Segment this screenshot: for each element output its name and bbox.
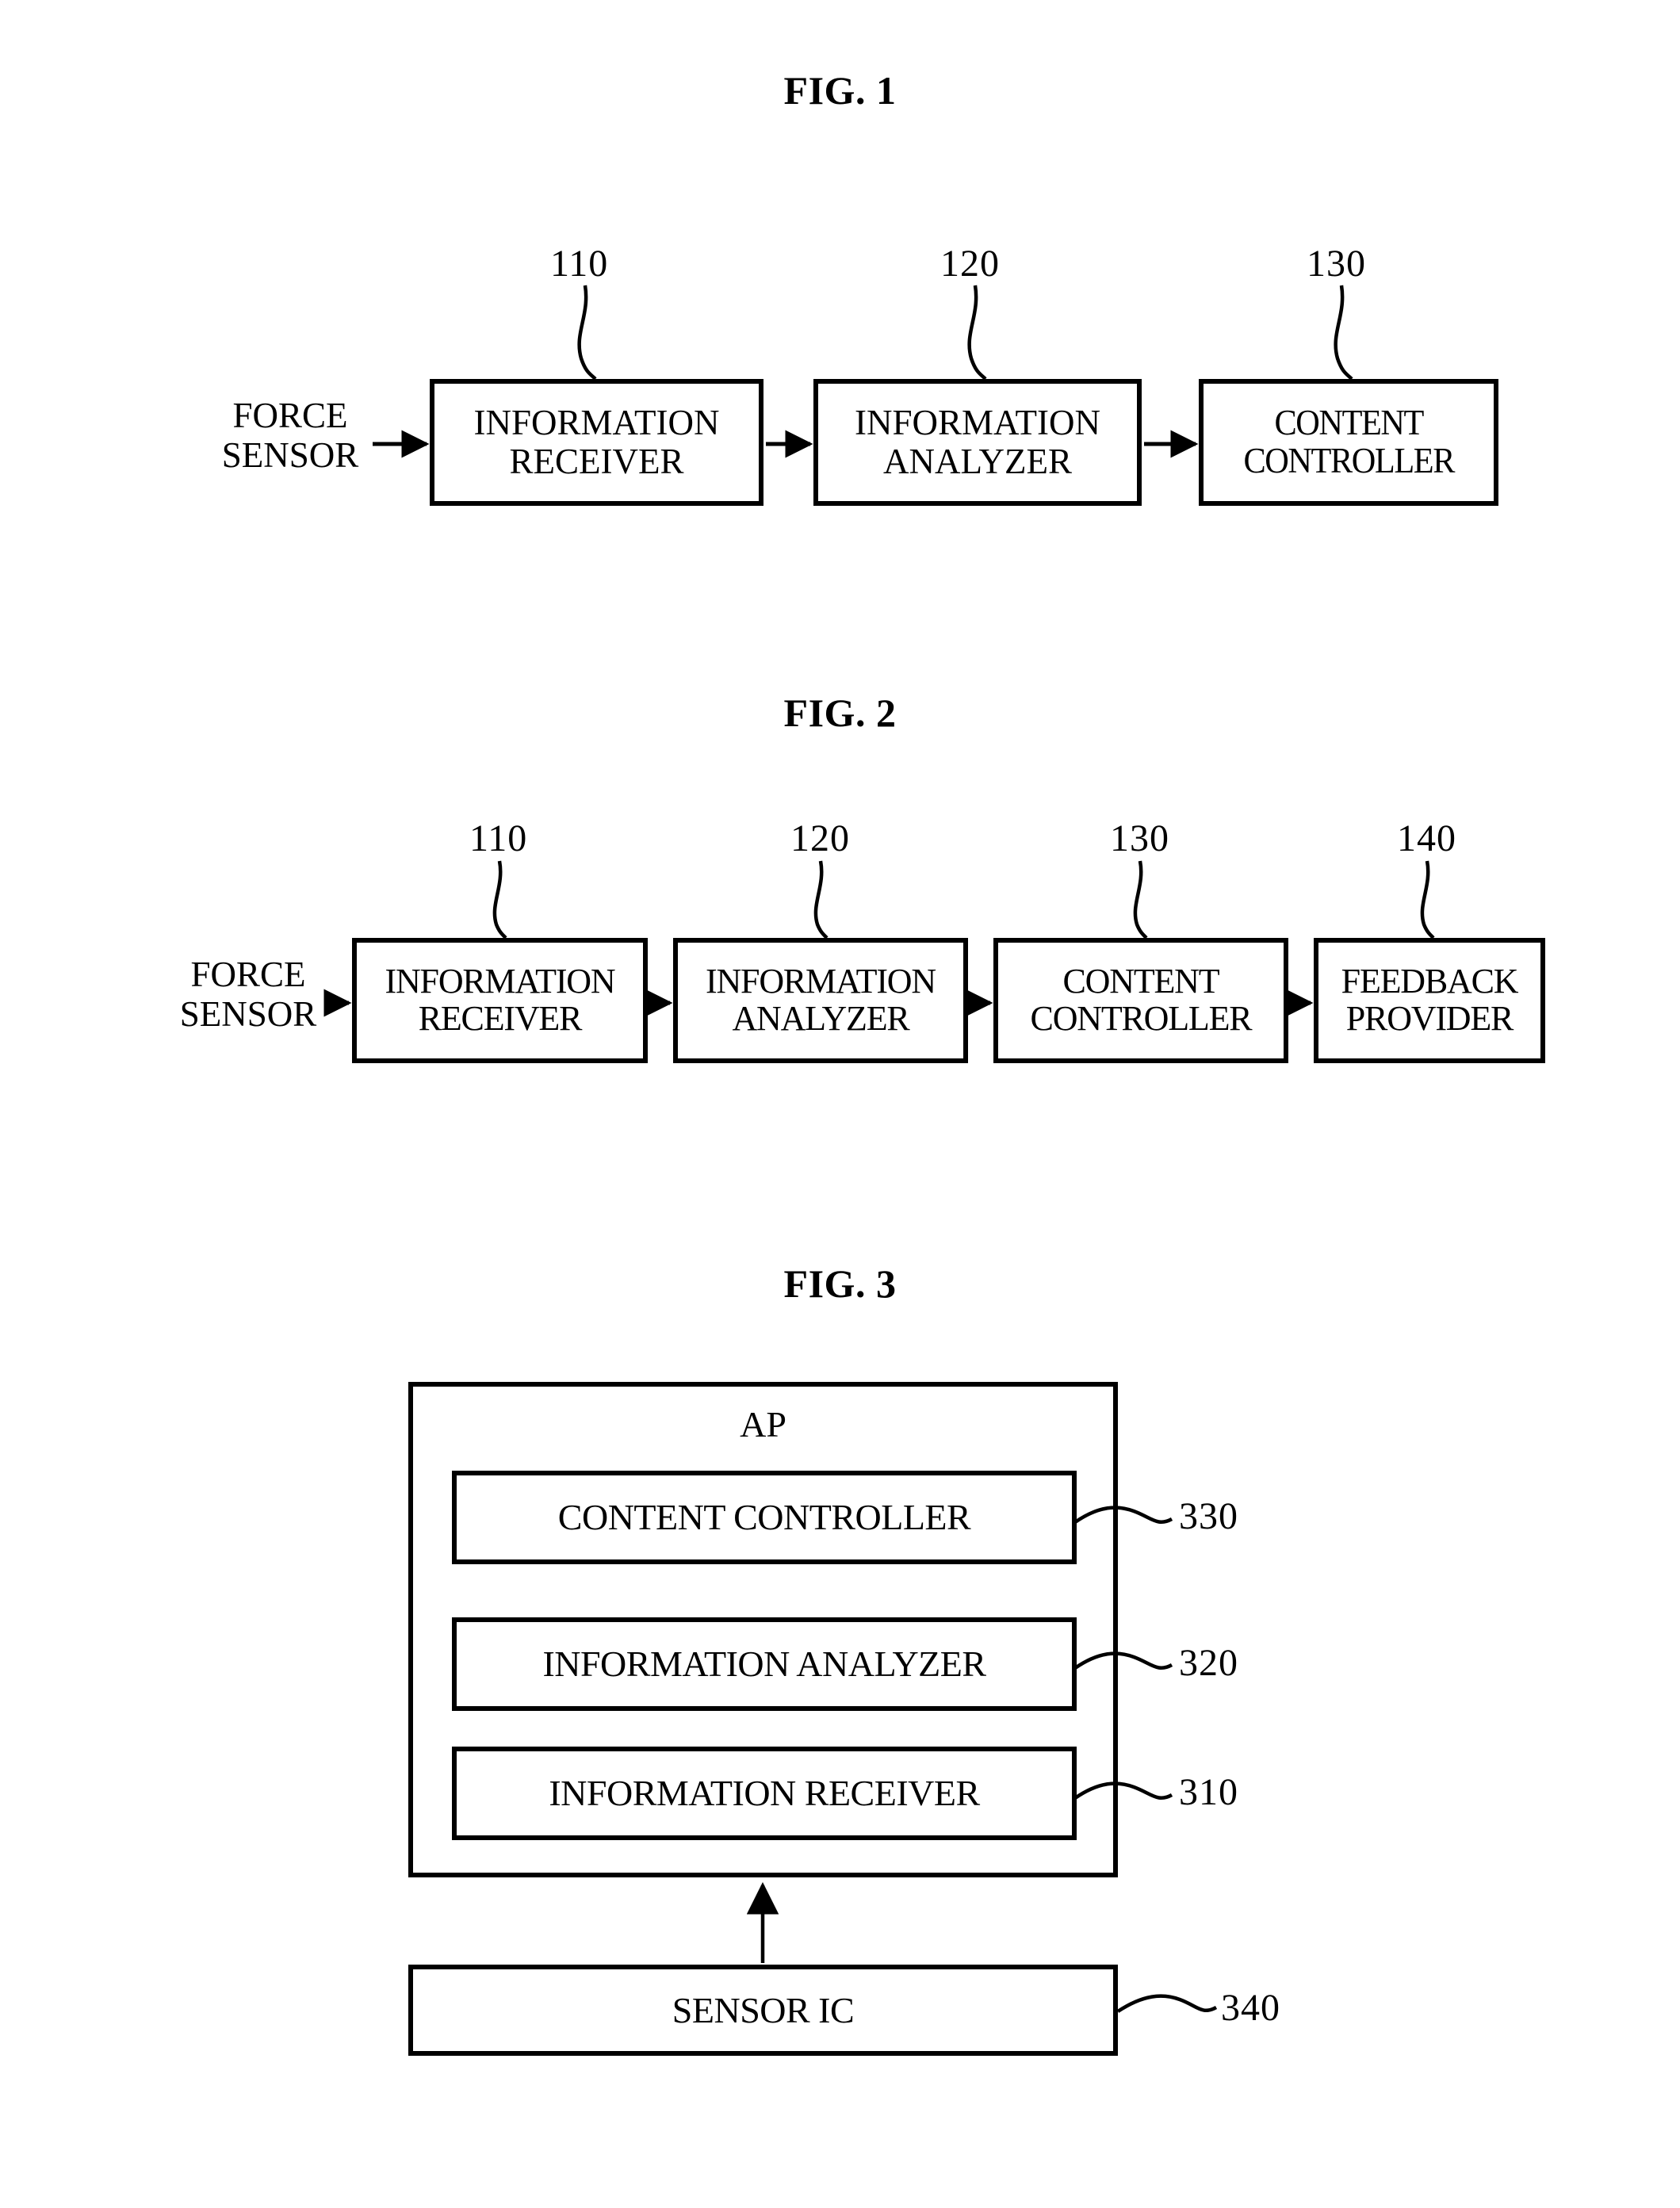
box-label: SENSOR IC <box>672 1989 855 2030</box>
figure-3-leader-340 <box>1116 1994 1218 2013</box>
figure-2-ref-120: 120 <box>790 817 850 859</box>
figure-2-ref-110: 110 <box>469 817 528 859</box>
figure-1-box-information-analyzer: INFORMATION ANALYZER <box>813 379 1142 506</box>
figure-3-ap-label: AP <box>740 1404 786 1445</box>
figure-1-ref-120: 120 <box>940 243 1000 285</box>
figure-1-box-content-controller: CONTENT CONTROLLER <box>1199 379 1498 506</box>
figure-2-leader-140 <box>1420 860 1435 939</box>
figure-2-box-information-receiver: INFORMATION RECEIVER <box>352 938 648 1063</box>
box-label: INFORMATION RECEIVER <box>385 962 616 1038</box>
figure-2-box-feedback-provider: FEEDBACK PROVIDER <box>1314 938 1545 1063</box>
box-label: INFORMATION ANALYZER <box>542 1644 986 1685</box>
figure-2-leader-130 <box>1133 860 1148 939</box>
figure-3-box-information-receiver: INFORMATION RECEIVER <box>452 1747 1077 1840</box>
figure-2-box-content-controller: CONTENT CONTROLLER <box>993 938 1288 1063</box>
figure-2-force-sensor-label: FORCE SENSOR <box>179 955 317 1034</box>
box-label: FEEDBACK PROVIDER <box>1341 962 1519 1038</box>
figure-3-box-content-controller: CONTENT CONTROLLER <box>452 1471 1077 1564</box>
figure-3-box-information-analyzer: INFORMATION ANALYZER <box>452 1617 1077 1711</box>
figure-1-title: FIG. 1 <box>783 68 897 113</box>
figure-2-box-information-analyzer: INFORMATION ANALYZER <box>673 938 968 1063</box>
figure-1-box-information-receiver: INFORMATION RECEIVER <box>430 379 763 506</box>
figure-3-ref-310: 310 <box>1179 1771 1238 1813</box>
box-label: CONTENT CONTROLLER <box>1030 962 1253 1038</box>
figure-1-leader-120 <box>967 285 987 381</box>
figure-1-ref-130: 130 <box>1307 243 1366 285</box>
box-label: CONTENT CONTROLLER <box>1243 403 1455 480</box>
figure-1-force-sensor-label: FORCE SENSOR <box>221 396 359 475</box>
box-label: INFORMATION ANALYZER <box>706 962 936 1038</box>
figure-3-box-sensor-ic: SENSOR IC <box>408 1965 1118 2056</box>
figure-2-ref-130: 130 <box>1110 817 1169 859</box>
figure-1-leader-130 <box>1334 285 1353 381</box>
figure-3-title: FIG. 3 <box>783 1261 897 1306</box>
figure-2-leader-120 <box>813 860 829 939</box>
figure-3-ref-320: 320 <box>1179 1642 1238 1684</box>
patent-drawing-sheet: FIG. 1 FORCE SENSOR INFORMATION RECEIVER… <box>0 0 1680 2208</box>
figure-1-leader-110 <box>577 285 597 381</box>
box-label: CONTENT CONTROLLER <box>557 1497 971 1538</box>
figure-3-ref-330: 330 <box>1179 1495 1238 1537</box>
box-label: INFORMATION ANALYZER <box>854 403 1100 481</box>
figure-1-ref-110: 110 <box>550 243 609 285</box>
figure-2-title: FIG. 2 <box>783 691 897 735</box>
figure-2-ref-140: 140 <box>1397 817 1456 859</box>
figure-2-leader-110 <box>492 860 507 939</box>
figure-3-ref-340: 340 <box>1221 1987 1280 2029</box>
box-label: INFORMATION RECEIVER <box>549 1773 980 1814</box>
box-label: INFORMATION RECEIVER <box>473 403 720 481</box>
